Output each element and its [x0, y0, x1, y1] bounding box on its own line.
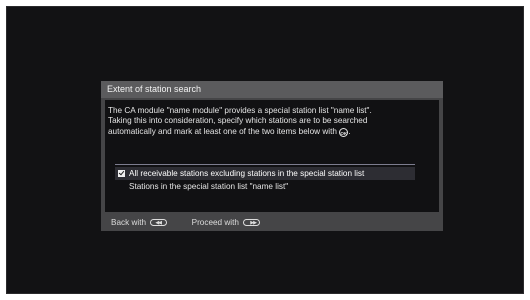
- description-line-3-text: automatically and mark at least one of t…: [108, 126, 337, 136]
- description-line-2: Taking this into consideration, specify …: [108, 116, 368, 126]
- station-search-dialog: Extent of station search The CA module "…: [101, 81, 443, 231]
- option-label: All receivable stations excluding statio…: [129, 169, 365, 178]
- ok-button-icon: OK: [339, 127, 349, 137]
- option-special-list-stations[interactable]: Stations in the special station list "na…: [115, 180, 415, 193]
- description-text: The CA module "name module" provides a s…: [108, 106, 428, 137]
- dialog-body: The CA module "name module" provides a s…: [105, 100, 439, 212]
- proceed-hint[interactable]: Proceed with ▶▶: [192, 218, 261, 228]
- back-label: Back with: [111, 218, 147, 227]
- description-line-3: automatically and mark at least one of t…: [108, 127, 428, 137]
- description-line-1: The CA module "name module" provides a s…: [108, 106, 372, 115]
- option-all-receivable-stations[interactable]: All receivable stations excluding statio…: [115, 167, 415, 180]
- option-label: Stations in the special station list "na…: [129, 182, 289, 191]
- tv-screen: Extent of station search The CA module "…: [6, 6, 524, 294]
- dialog-footer: Back with ◀◀ Proceed with ▶▶: [111, 218, 282, 228]
- back-hint[interactable]: Back with ◀◀: [111, 218, 168, 228]
- rewind-button-icon: ◀◀: [150, 219, 168, 226]
- description-line-3-end: .: [348, 126, 351, 136]
- fast-forward-button-icon: ▶▶: [243, 219, 261, 226]
- station-option-list: All receivable stations excluding statio…: [115, 164, 415, 193]
- dialog-title: Extent of station search: [101, 81, 443, 98]
- checkbox-checked[interactable]: [118, 170, 125, 177]
- proceed-label: Proceed with: [191, 218, 239, 227]
- list-divider: [115, 164, 415, 165]
